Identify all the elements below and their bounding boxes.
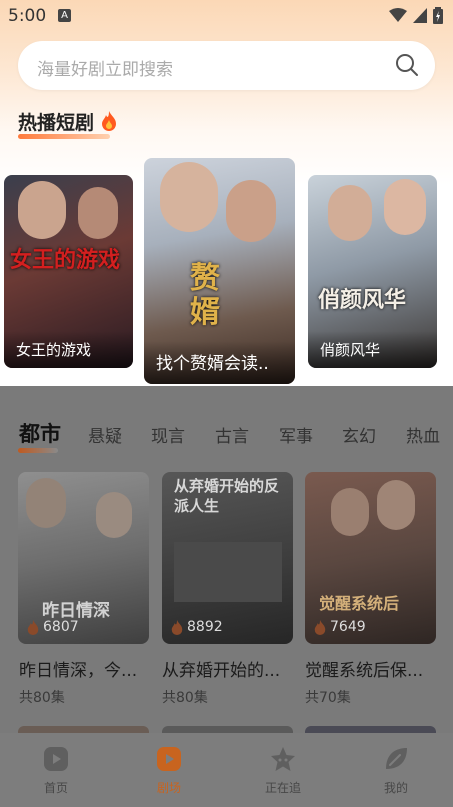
nav-mine[interactable]: 我的	[361, 745, 431, 796]
wifi-icon	[389, 8, 407, 22]
tab-guyan[interactable]: 古言	[215, 422, 249, 447]
poster-title: 觉醒系统后	[319, 594, 400, 613]
nav-label: 首页	[43, 781, 68, 795]
drama-title[interactable]: 从弃婚开始的...	[162, 656, 292, 681]
drama-title[interactable]: 昨日情深，今...	[19, 656, 149, 681]
hot-drama-label: 女王的游戏	[4, 331, 133, 368]
hot-section-label: 热播短剧	[18, 112, 95, 134]
signal-icon	[413, 8, 427, 23]
poster-face	[384, 179, 426, 235]
search-bar[interactable]: 海量好剧立即搜索	[18, 41, 435, 90]
status-bar: 5:00 A	[0, 0, 453, 32]
poster-title: 女王的游戏	[10, 247, 121, 273]
nav-label: 我的	[383, 781, 408, 795]
hot-section-underline	[18, 134, 110, 139]
nav-label: 正在追	[264, 781, 301, 795]
poster-title: 昨日情深	[42, 601, 110, 621]
drama-title[interactable]: 觉醒系统后保...	[305, 656, 435, 681]
nav-following[interactable]: 正在追	[248, 745, 318, 796]
poster-face	[96, 492, 132, 538]
hot-drama-label: 找个赘婿会读..	[144, 341, 295, 384]
tab-rexue[interactable]: 热血	[406, 422, 440, 447]
hot-drama-card[interactable]: 俏颜风华 俏颜风华	[308, 175, 437, 368]
view-count-value: 7649	[330, 619, 366, 635]
poster-face	[226, 180, 276, 242]
poster-figures	[174, 542, 282, 602]
view-count-value: 8892	[187, 619, 223, 635]
hot-drama-card[interactable]: 女王的游戏 女王的游戏	[4, 175, 133, 368]
view-count: 7649	[314, 619, 366, 635]
tab-junshi[interactable]: 军事	[279, 422, 313, 447]
poster-face	[377, 480, 415, 530]
poster-title: 赘婿	[190, 261, 220, 330]
tab-xuanyi[interactable]: 悬疑	[88, 422, 122, 447]
star-icon	[271, 747, 295, 771]
poster-face	[26, 478, 66, 528]
drama-card[interactable]: 从弃婚开始的反派人生 8892	[162, 472, 293, 644]
top-region: 5:00 A 海量好剧立即搜索 热播短剧 女王的游戏 女王的游戏 赘婿 找个赘婿…	[0, 0, 453, 386]
nav-home[interactable]: 首页	[21, 745, 91, 796]
status-icons	[389, 7, 443, 24]
search-input[interactable]: 海量好剧立即搜索	[37, 55, 173, 80]
view-count: 6807	[27, 619, 79, 635]
drama-card[interactable]: 觉醒系统后 7649	[305, 472, 436, 644]
drama-episodes: 共70集	[305, 690, 351, 706]
tab-xuanhuan[interactable]: 玄幻	[342, 422, 376, 447]
hot-drama-card-featured[interactable]: 赘婿 找个赘婿会读..	[144, 158, 295, 384]
fire-icon	[27, 619, 39, 635]
battery-icon	[433, 7, 443, 24]
drama-card[interactable]: 昨日情深 6807	[18, 472, 149, 644]
search-icon[interactable]	[395, 53, 419, 77]
poster-face	[18, 181, 66, 239]
theater-icon	[157, 747, 181, 771]
notification-a-icon: A	[58, 9, 71, 22]
bottom-nav: 首页 剧场 正在追 我的	[0, 733, 453, 807]
view-count: 8892	[171, 619, 223, 635]
poster-title: 俏颜风华	[318, 287, 407, 313]
tab-xianyan[interactable]: 现言	[151, 422, 185, 447]
active-tab-underline	[18, 448, 58, 453]
category-tabs: 都市 悬疑 现言 古言 军事 玄幻 热血	[0, 418, 453, 448]
view-count-value: 6807	[43, 619, 79, 635]
hot-section-title: 热播短剧	[18, 108, 117, 135]
fire-icon	[314, 619, 326, 635]
drama-episodes: 共80集	[19, 690, 65, 706]
fire-icon	[101, 111, 116, 131]
poster-title: 从弃婚开始的反派人生	[174, 477, 280, 515]
hot-drama-label: 俏颜风华	[308, 331, 437, 368]
nav-theater[interactable]: 剧场	[134, 745, 204, 796]
status-time: 5:00	[8, 6, 47, 26]
nav-label: 剧场	[156, 781, 181, 795]
poster-face	[331, 488, 369, 536]
tab-dushi[interactable]: 都市	[19, 418, 61, 448]
play-icon	[44, 747, 68, 771]
leaf-icon	[386, 748, 407, 769]
fire-icon	[171, 619, 183, 635]
poster-face	[78, 187, 118, 239]
poster-face	[160, 162, 218, 232]
drama-episodes: 共80集	[162, 690, 208, 706]
poster-face	[328, 185, 372, 241]
